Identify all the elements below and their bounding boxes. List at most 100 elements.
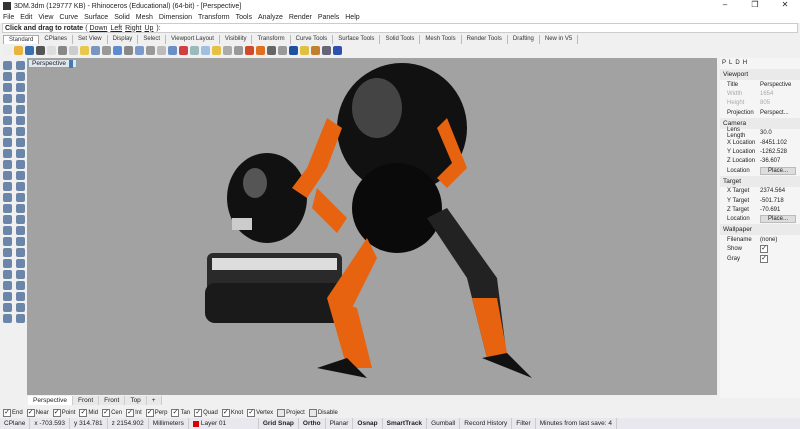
toolbar-tool-icon[interactable] [25,46,34,55]
left-tool-icon[interactable] [3,116,12,125]
osnap-mid[interactable]: ✓ Mid [79,408,98,417]
layer-selector[interactable]: Layer 01 [189,418,259,429]
y-target-field[interactable]: -501.718 [760,198,800,204]
left-tool-icon[interactable] [16,204,25,213]
camera-place-button[interactable]: Place... [760,166,796,175]
tab-curve-tools[interactable]: Curve Tools [291,35,334,44]
left-tool-icon[interactable] [16,314,25,323]
add-viewport-tab[interactable]: + [146,396,162,405]
tab-viewport-layout[interactable]: Viewport Layout [166,35,220,44]
left-tool-icon[interactable] [3,226,12,235]
toolbar-tool-icon[interactable] [124,46,133,55]
toolbar-tool-icon[interactable] [212,46,221,55]
left-tool-icon[interactable] [16,259,25,268]
projection-select[interactable]: Perspect... [760,110,800,116]
osnap-end[interactable]: ✓ End [3,408,23,417]
toolbar-tool-icon[interactable] [245,46,254,55]
left-tool-icon[interactable] [3,281,12,290]
viewport-menu-arrow-icon[interactable] [68,60,73,68]
perspective-viewport[interactable] [27,58,717,395]
close-button[interactable]: ✕ [770,0,800,9]
toolbar-tool-icon[interactable] [135,46,144,55]
tab-display[interactable]: D [735,60,739,67]
left-tool-icon[interactable] [3,149,12,158]
left-tool-icon[interactable] [16,94,25,103]
viewport-tab-top[interactable]: Top [125,396,147,405]
show-checkbox[interactable]: ✓ [760,245,768,254]
left-tool-icon[interactable] [3,105,12,114]
osnap-int[interactable]: ✓ Int [126,408,142,417]
osnap-checkbox[interactable]: ✓ [194,408,203,417]
left-tool-icon[interactable] [3,171,12,180]
osnap-checkbox[interactable]: ✓ [247,408,256,417]
option-right[interactable]: Right [125,25,141,32]
viewport-tab-perspective[interactable]: Perspective [28,396,73,405]
filename-field[interactable]: (none) [760,237,800,243]
left-tool-icon[interactable] [16,226,25,235]
command-line[interactable]: Click and drag to rotate ( Down Left Rig… [2,23,798,33]
left-tool-icon[interactable] [3,182,12,191]
tab-display[interactable]: Display [108,35,139,44]
menu-edit[interactable]: Edit [20,14,32,21]
menu-tools[interactable]: Tools [236,14,252,21]
left-tool-icon[interactable] [16,160,25,169]
tab-select[interactable]: Select [138,35,166,44]
toggle-osnap[interactable]: Osnap [353,418,383,429]
osnap-knot[interactable]: ✓ Knot [221,408,243,417]
left-tool-icon[interactable] [16,72,25,81]
osnap-quad[interactable]: ✓ Quad [194,408,218,417]
menu-view[interactable]: View [38,14,53,21]
osnap-tan[interactable]: ✓ Tan [171,408,190,417]
left-tool-icon[interactable] [3,160,12,169]
left-tool-icon[interactable] [3,204,12,213]
toolbar-tool-icon[interactable] [278,46,287,55]
menu-panels[interactable]: Panels [318,14,339,21]
toolbar-tool-icon[interactable] [47,46,56,55]
toolbar-tool-icon[interactable] [3,46,12,55]
left-tool-icon[interactable] [16,83,25,92]
left-tool-icon[interactable] [16,237,25,246]
x-location-field[interactable]: -8451.102 [760,140,800,146]
menu-help[interactable]: Help [345,14,359,21]
option-up[interactable]: Up [144,25,153,32]
left-tool-icon[interactable] [16,303,25,312]
toolbar-tool-icon[interactable] [300,46,309,55]
left-tool-icon[interactable] [16,171,25,180]
target-place-button[interactable]: Place... [760,215,796,224]
toolbar-tool-icon[interactable] [256,46,265,55]
left-tool-icon[interactable] [3,292,12,301]
z-target-field[interactable]: -70.691 [760,207,800,213]
tab-help[interactable]: H [743,60,747,67]
left-tool-icon[interactable] [3,259,12,268]
toggle-planar[interactable]: Planar [326,418,354,429]
osnap-checkbox[interactable]: ✓ [171,408,180,417]
left-tool-icon[interactable] [16,292,25,301]
osnap-disable[interactable]: Disable [308,408,338,417]
left-tool-icon[interactable] [16,105,25,114]
left-tool-icon[interactable] [16,138,25,147]
left-tool-icon[interactable] [3,314,12,323]
left-tool-icon[interactable] [16,281,25,290]
toolbar-tool-icon[interactable] [36,46,45,55]
tab-set-view[interactable]: Set View [73,35,108,44]
osnap-checkbox[interactable]: ✓ [26,408,35,417]
toolbar-tool-icon[interactable] [80,46,89,55]
viewport-tab-front[interactable]: Front [72,396,100,405]
osnap-perp[interactable]: ✓ Perp [145,408,167,417]
viewport-title-tab[interactable]: Perspective [28,59,77,68]
tab-standard[interactable]: Standard [3,35,40,44]
menu-curve[interactable]: Curve [59,14,78,21]
left-tool-icon[interactable] [16,193,25,202]
left-tool-icon[interactable] [3,138,12,147]
tab-solid-tools[interactable]: Solid Tools [380,35,421,44]
left-tool-icon[interactable] [3,61,12,70]
toggle-ortho[interactable]: Ortho [299,418,326,429]
left-tool-icon[interactable] [16,127,25,136]
menu-file[interactable]: File [3,14,14,21]
title-field[interactable]: Perspective [760,82,800,88]
toggle-gumball[interactable]: Gumball [427,418,461,429]
left-tool-icon[interactable] [3,215,12,224]
osnap-checkbox[interactable]: ✓ [102,408,111,417]
menu-render[interactable]: Render [289,14,312,21]
tab-properties[interactable]: P [722,60,726,67]
